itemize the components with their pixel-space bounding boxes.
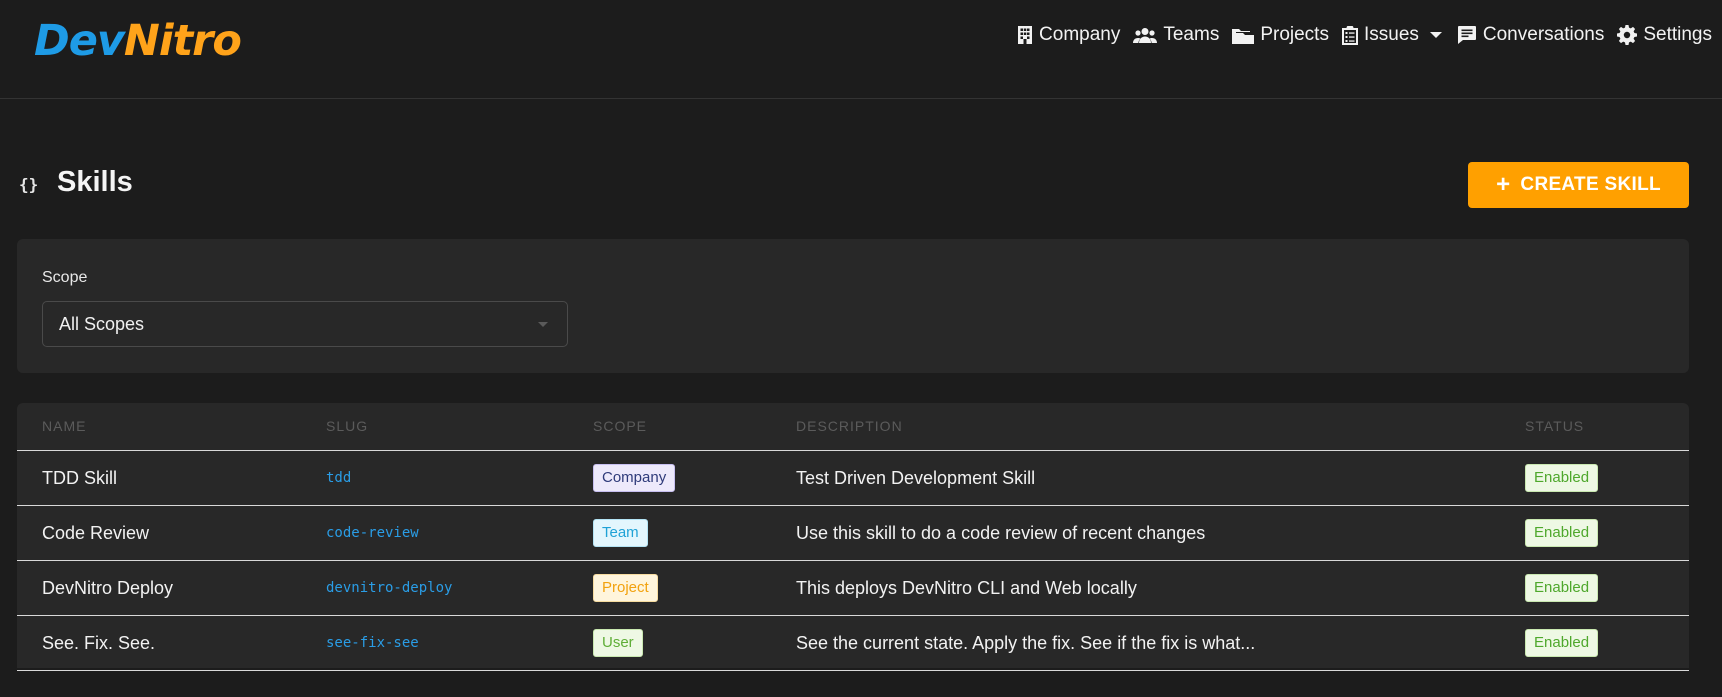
skill-name: Code Review xyxy=(42,522,150,543)
skill-description: Use this skill to do a code review of re… xyxy=(796,522,1206,543)
status-badge: Enabled xyxy=(1525,519,1599,547)
nav-issues[interactable]: Issues xyxy=(1341,24,1419,46)
page-header: {} Skills + CREATE SKILL xyxy=(17,162,1689,210)
table-row[interactable]: See. Fix. See. see-fix-see User See the … xyxy=(17,616,1689,671)
skill-name: DevNitro Deploy xyxy=(42,577,174,598)
table-header: NAME SLUG SCOPE DESCRIPTION STATUS xyxy=(17,403,1689,451)
create-skill-button[interactable]: + CREATE SKILL xyxy=(1468,162,1689,208)
dropdown-arrow-icon xyxy=(538,322,548,327)
nav-teams[interactable]: Teams xyxy=(1133,24,1219,46)
skill-name: See. Fix. See. xyxy=(42,632,156,653)
chat-icon xyxy=(1457,25,1477,45)
nav-company[interactable]: Company xyxy=(1017,24,1120,46)
column-header-scope: SCOPE xyxy=(593,418,648,434)
gear-icon xyxy=(1617,25,1638,45)
scope-select[interactable]: All Scopes xyxy=(42,301,568,347)
table-row[interactable]: Code Review code-review Team Use this sk… xyxy=(17,506,1689,561)
skill-slug: see-fix-see xyxy=(326,635,419,651)
scope-badge: User xyxy=(593,629,643,657)
column-header-description: DESCRIPTION xyxy=(796,418,903,434)
skill-slug: devnitro-deploy xyxy=(326,580,453,596)
status-badge: Enabled xyxy=(1525,464,1599,492)
status-badge: Enabled xyxy=(1525,629,1599,657)
page-title: Skills xyxy=(57,166,133,198)
clipboard-icon xyxy=(1341,25,1358,45)
scope-filter-label: Scope xyxy=(42,269,88,286)
top-navbar: DevNitro Company Teams Projects Issues C… xyxy=(0,0,1722,99)
scope-badge: Team xyxy=(593,519,648,547)
nav-projects[interactable]: Projects xyxy=(1232,24,1329,46)
issues-dropdown-caret[interactable] xyxy=(1429,31,1442,39)
scope-badge: Company xyxy=(593,464,676,492)
table-row[interactable]: DevNitro Deploy devnitro-deploy Project … xyxy=(17,561,1689,616)
skill-description: This deploys DevNitro CLI and Web locall… xyxy=(796,577,1137,598)
skill-description: See the current state. Apply the fix. Se… xyxy=(796,632,1256,653)
column-header-name: NAME xyxy=(42,418,87,434)
skill-slug: tdd xyxy=(326,470,352,486)
create-skill-label: CREATE SKILL xyxy=(1520,174,1661,195)
devnitro-logo[interactable]: DevNitro xyxy=(34,15,242,67)
folders-icon xyxy=(1232,26,1255,44)
skill-name: TDD Skill xyxy=(42,467,117,488)
people-icon xyxy=(1133,27,1158,43)
plus-icon: + xyxy=(1496,171,1511,198)
filter-panel: Scope All Scopes xyxy=(17,239,1689,373)
status-badge: Enabled xyxy=(1525,574,1599,602)
scope-badge: Project xyxy=(593,574,658,602)
building-icon xyxy=(1017,26,1033,44)
main-nav: Company Teams Projects Issues Conversati… xyxy=(1017,20,1712,50)
column-header-status: STATUS xyxy=(1525,418,1585,434)
scope-select-value: All Scopes xyxy=(59,314,145,334)
skill-slug: code-review xyxy=(326,525,419,541)
curly-braces-icon: {} xyxy=(19,175,39,194)
table-row[interactable]: TDD Skill tdd Company Test Driven Develo… xyxy=(17,451,1689,506)
skills-table: NAME SLUG SCOPE DESCRIPTION STATUS TDD S… xyxy=(17,403,1689,671)
nav-conversations[interactable]: Conversations xyxy=(1457,24,1604,46)
skill-description: Test Driven Development Skill xyxy=(796,467,1036,488)
nav-settings[interactable]: Settings xyxy=(1617,24,1712,46)
column-header-slug: SLUG xyxy=(326,418,369,434)
